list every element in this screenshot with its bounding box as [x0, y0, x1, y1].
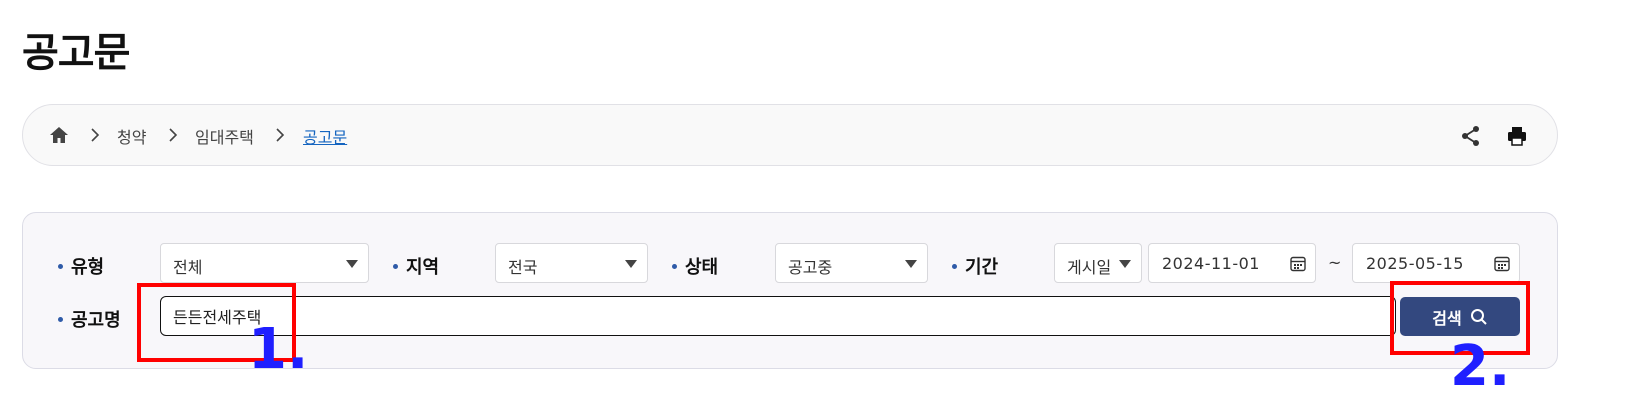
type-label: 유형: [58, 253, 104, 279]
chevron-right-icon: [169, 128, 178, 142]
chevron-down-icon: [1119, 260, 1131, 268]
chevron-down-icon: [905, 260, 917, 268]
chevron-down-icon: [346, 260, 358, 268]
share-icon[interactable]: [1461, 125, 1481, 147]
region-select[interactable]: 전국: [495, 243, 648, 283]
start-date-field[interactable]: 2024-11-01: [1148, 243, 1316, 283]
annotation-number-2: 2.: [1450, 334, 1511, 399]
chevron-right-icon: [276, 128, 285, 142]
status-label: 상태: [672, 253, 718, 279]
calendar-icon[interactable]: [1494, 255, 1510, 272]
period-basis-select[interactable]: 게시일: [1054, 243, 1142, 283]
calendar-icon[interactable]: [1290, 255, 1306, 272]
announcement-name-input[interactable]: [160, 296, 1396, 336]
page-title: 공고문: [22, 30, 130, 76]
breadcrumb-item-subscription[interactable]: 청약: [117, 124, 146, 148]
period-basis-value: 게시일: [1067, 258, 1112, 277]
start-date-value: 2024-11-01: [1162, 254, 1260, 273]
print-icon[interactable]: [1507, 126, 1527, 146]
announcement-name-label: 공고명: [58, 306, 121, 332]
breadcrumb-item-rental-housing[interactable]: 임대주택: [195, 124, 254, 148]
breadcrumb-item-current[interactable]: 공고문: [303, 124, 347, 148]
status-select[interactable]: 공고중: [775, 243, 928, 283]
breadcrumb: 청약 임대주택 공고문: [22, 104, 1558, 166]
end-date-value: 2025-05-15: [1366, 254, 1464, 273]
type-select[interactable]: 전체: [160, 243, 369, 283]
date-range-separator: ~: [1328, 253, 1342, 272]
chevron-down-icon: [625, 260, 637, 268]
chevron-right-icon: [91, 128, 100, 142]
type-select-value: 전체: [173, 258, 203, 277]
annotation-number-1: 1.: [248, 317, 309, 382]
region-label: 지역: [393, 253, 439, 279]
home-icon[interactable]: [49, 125, 69, 145]
region-select-value: 전국: [508, 258, 538, 277]
status-select-value: 공고중: [788, 258, 833, 277]
end-date-field[interactable]: 2025-05-15: [1352, 243, 1520, 283]
period-label: 기간: [952, 253, 998, 279]
